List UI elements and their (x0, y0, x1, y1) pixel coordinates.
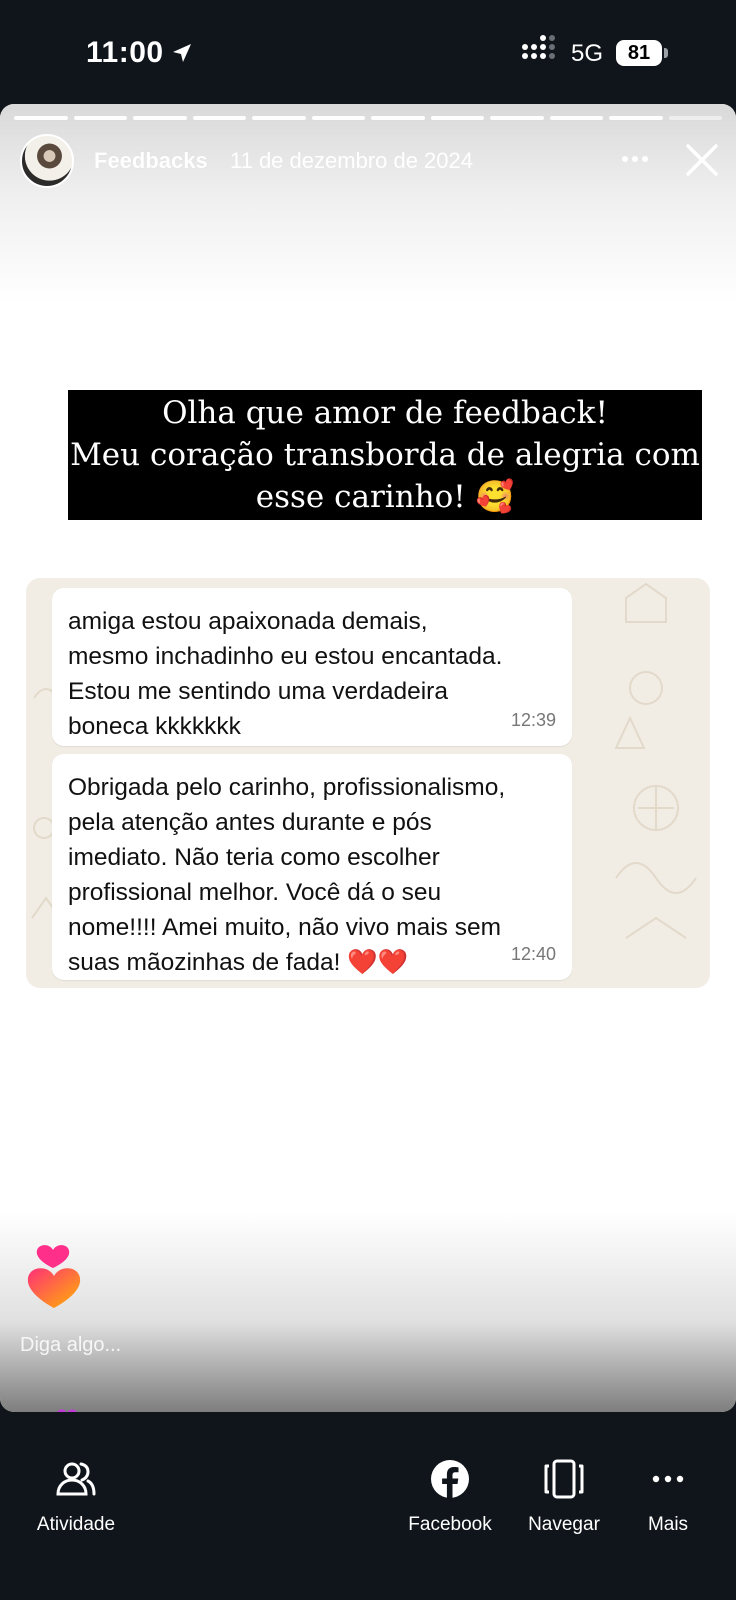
tab-label: Atividade (36, 1514, 116, 1535)
navigate-icon (544, 1459, 584, 1499)
account-name[interactable]: Feedbacks (94, 148, 208, 174)
chat-message: Obrigada pelo carinho, profissionalismo,… (52, 754, 572, 980)
progress-segment (311, 116, 365, 120)
tab-label: Mais (647, 1514, 689, 1535)
progress-segment (668, 116, 722, 120)
battery-level: 81 (616, 40, 662, 66)
chat-message: amiga estou apaixonada demais, mesmo inc… (52, 588, 572, 746)
clock-time: 11:00 (86, 36, 164, 69)
activity-icon (56, 1462, 96, 1496)
story-viewer-screen: 11:00 5G 81 Feedbacks 11 de dezembro de … (0, 0, 736, 1600)
story-headline: Olha que amor de feedback! Meu coração t… (68, 390, 702, 520)
more-horizontal-icon (652, 1475, 684, 1483)
facebook-icon (431, 1460, 469, 1498)
story-card[interactable]: Feedbacks 11 de dezembro de 2024 Olha qu… (0, 104, 736, 1412)
progress-segment (609, 116, 663, 120)
heart-reactions-icon[interactable] (26, 1234, 86, 1314)
message-text: Obrigada pelo carinho, profissionalismo,… (68, 774, 506, 976)
tab-atividade[interactable]: Atividade (28, 1458, 124, 1536)
story-bottom-shade (0, 1212, 736, 1412)
headline-line: Meu coração transborda de alegria com (70, 437, 700, 473)
headline-line: esse carinho! 🥰 (255, 479, 515, 515)
location-arrow-icon (172, 44, 191, 62)
tab-label: Facebook (408, 1514, 492, 1535)
progress-segment (549, 116, 603, 120)
avatar[interactable] (20, 134, 74, 188)
network-type: 5G (571, 40, 604, 67)
tab-facebook[interactable]: Facebook (400, 1458, 500, 1536)
cellular-signal-icon (522, 35, 555, 59)
headline-line: Olha que amor de feedback! (162, 395, 608, 431)
progress-segment (133, 116, 187, 120)
clock: 11:00 (86, 36, 194, 70)
progress-segment (430, 116, 484, 120)
story-date: 11 de dezembro de 2024 (230, 148, 473, 173)
close-icon[interactable] (684, 142, 720, 178)
message-text: amiga estou apaixonada demais, mesmo inc… (68, 608, 503, 740)
message-time: 12:39 (510, 710, 556, 730)
tab-mais[interactable]: Mais (636, 1458, 700, 1536)
chat-screenshot: amiga estou apaixonada demais, mesmo inc… (26, 578, 710, 988)
progress-segment (252, 116, 306, 120)
battery-icon (664, 48, 668, 58)
tab-navegar[interactable]: Navegar (520, 1458, 608, 1536)
reply-input[interactable]: Diga algo... (20, 1334, 121, 1357)
more-options-icon[interactable] (620, 154, 650, 164)
progress-segment (192, 116, 246, 120)
message-time: 12:40 (510, 944, 556, 964)
progress-segment (371, 116, 425, 120)
progress-segment (14, 116, 68, 120)
progress-segment (490, 116, 544, 120)
story-top-shade (0, 104, 736, 304)
status-bar: 11:00 5G 81 (0, 0, 736, 104)
story-progress-bar (14, 116, 722, 120)
bottom-navigation: Atividade Facebook Navegar Mais (0, 1412, 736, 1600)
progress-segment (73, 116, 127, 120)
tab-label: Navegar (528, 1514, 600, 1535)
